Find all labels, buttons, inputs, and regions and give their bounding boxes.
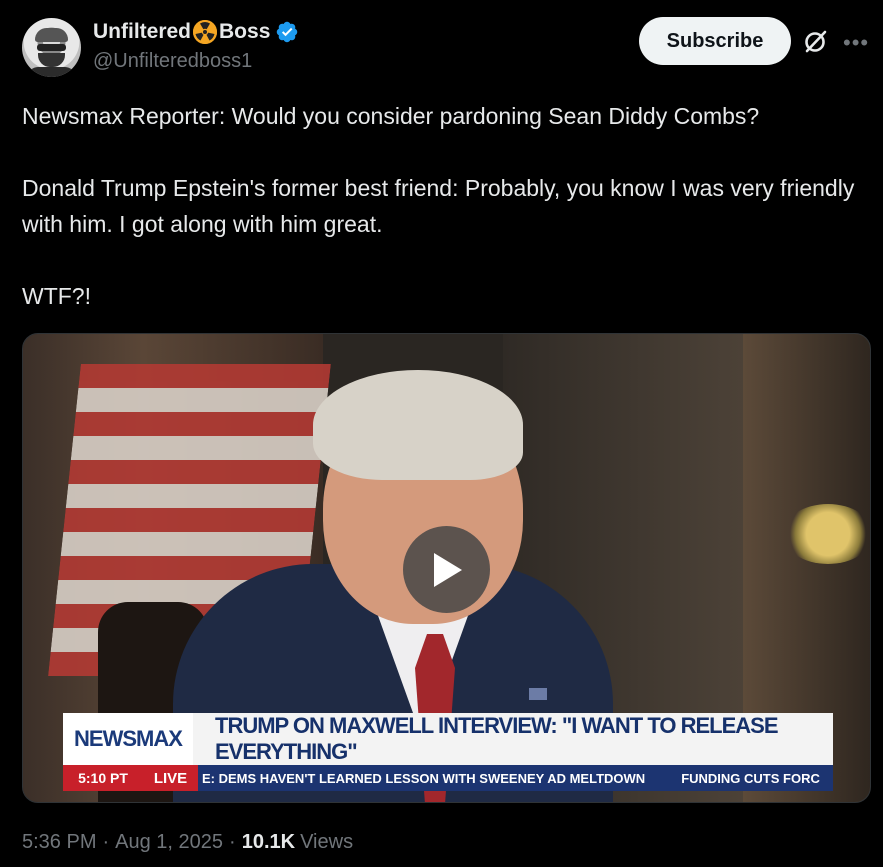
avatar-sunglasses bbox=[37, 44, 66, 51]
tweet-line-2: Donald Trump Epstein's former best frien… bbox=[22, 175, 855, 237]
views-count: 10.1K bbox=[241, 831, 296, 853]
post-time[interactable]: 5:36 PM bbox=[22, 831, 96, 854]
tweet-text: Newsmax Reporter: Would you consider par… bbox=[22, 98, 867, 314]
radioactive-icon bbox=[193, 20, 218, 44]
avatar-beard bbox=[38, 53, 65, 67]
video-player[interactable]: NEWSMAX TRUMP ON MAXWELL INTERVIEW: "I W… bbox=[22, 333, 871, 803]
flowers bbox=[783, 504, 870, 564]
subscribe-button[interactable]: Subscribe bbox=[639, 17, 791, 65]
broadcast-time: 5:10 PT bbox=[63, 765, 143, 791]
news-lower-third: NEWSMAX TRUMP ON MAXWELL INTERVIEW: "I W… bbox=[63, 713, 833, 791]
tweet-header: Unfiltered Boss @Unfilteredboss1 Subscri… bbox=[0, 0, 883, 90]
author-name-row[interactable]: Unfiltered Boss bbox=[93, 19, 299, 45]
grok-icon[interactable] bbox=[801, 26, 831, 56]
author-name-part2[interactable]: Boss bbox=[219, 20, 270, 44]
tweet-line-3: WTF?! bbox=[22, 283, 91, 309]
flag-pin bbox=[529, 688, 547, 700]
verified-badge-icon bbox=[277, 21, 298, 43]
separator: · bbox=[102, 831, 110, 853]
play-button[interactable] bbox=[403, 526, 490, 613]
newsmax-logo: NEWSMAX bbox=[63, 713, 193, 765]
views-label: Views bbox=[300, 831, 354, 853]
hair bbox=[313, 370, 523, 480]
play-icon bbox=[433, 552, 462, 587]
author-name-part1[interactable]: Unfiltered bbox=[93, 20, 191, 44]
live-badge: LIVE bbox=[143, 765, 198, 791]
author-handle[interactable]: @Unfilteredboss1 bbox=[93, 50, 252, 73]
separator: · bbox=[229, 831, 236, 853]
tweet-meta: 5:36 PM · Aug 1, 2025 · 10.1K Views bbox=[22, 831, 353, 854]
avatar[interactable] bbox=[22, 18, 81, 77]
avatar-cap bbox=[35, 28, 68, 42]
ticker-item-2: FUNDING CUTS FORC bbox=[681, 770, 820, 786]
news-headline: TRUMP ON MAXWELL INTERVIEW: "I WANT TO R… bbox=[193, 713, 833, 765]
post-date[interactable]: Aug 1, 2025 bbox=[115, 831, 223, 854]
tweet-line-1: Newsmax Reporter: Would you consider par… bbox=[22, 103, 760, 129]
avatar-shirt bbox=[28, 67, 75, 77]
ticker-item-1: E: DEMS HAVEN'T LEARNED LESSON WITH SWEE… bbox=[202, 770, 646, 786]
more-options-icon[interactable]: ••• bbox=[843, 30, 869, 55]
news-ticker: E: DEMS HAVEN'T LEARNED LESSON WITH SWEE… bbox=[198, 765, 833, 791]
